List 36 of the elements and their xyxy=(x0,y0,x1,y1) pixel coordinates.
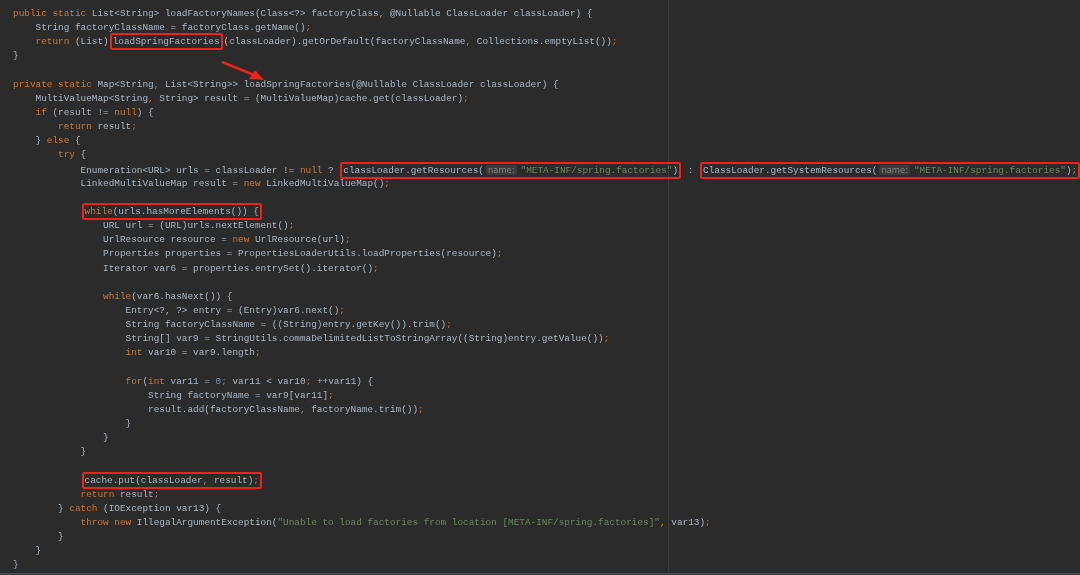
code-line: } xyxy=(13,49,20,64)
code-line: public static List<String> loadFactoryNames(Class<?> factoryClass, @Nullable ClassLoader classLoader) { xyxy=(13,7,594,21)
code-line: } catch (IOException var13) { xyxy=(57,501,223,516)
code-line: LinkedMultiValueMap result = new LinkedMultiValueMap(); xyxy=(79,176,391,191)
code-line: String factoryName = var9[var11]; xyxy=(147,388,335,403)
code-line: while(var6.hasNext()) { xyxy=(102,289,234,304)
code-line: try { xyxy=(57,148,88,163)
code-line: Properties properties = PropertiesLoaderUtils.loadProperties(resource); xyxy=(102,247,504,262)
code-line: throw new IllegalArgumentException("Unable to load factories from location [META-INF/spring.factories]", var13); xyxy=(79,516,712,531)
code-line: return result; xyxy=(57,120,138,135)
code-line: Iterator var6 = properties.entrySet().iterator(); xyxy=(102,261,380,276)
code-line: private static Map<String, List<String>> loadSpringFactories(@Nullable ClassLoader classLoader) { xyxy=(13,77,560,92)
code-line: return (List) loadSpringFactories (classLoader).getOrDefault(factoryClassName, Collections.emptyList()); xyxy=(34,35,619,50)
code-line: return result; xyxy=(79,487,161,502)
code-line: String factoryClassName = ((String)entry.getKey()).trim(); xyxy=(124,318,453,333)
code-line: while(urls.hasMoreElements()) { xyxy=(83,204,260,219)
code-line: int var10 = var9.length; xyxy=(124,346,262,361)
pointer-arrow xyxy=(220,60,266,82)
code-line: MultiValueMap<String, String> result = (MultiValueMap)cache.get(classLoader); xyxy=(34,91,470,106)
code-line: UrlResource resource = new UrlResource(url); xyxy=(102,233,352,248)
code-line: } xyxy=(13,558,20,573)
code-line: result.add(factoryClassName, factoryName.trim()); xyxy=(147,402,425,417)
code-line: String[] var9 = StringUtils.commaDelimitedListToStringArray((String)entry.getValue()); xyxy=(124,332,611,347)
code-line: cache.put(classLoader, result); xyxy=(83,473,260,488)
code-line: String factoryClassName = factoryClass.getName(); xyxy=(34,21,313,36)
code-line: } else { xyxy=(34,134,82,149)
code-line: } xyxy=(57,530,65,545)
code-line: } xyxy=(79,445,88,460)
code-line: for(int var11 = 0; var11 < var10; ++var11) { xyxy=(124,374,375,389)
code-line: } xyxy=(102,431,110,446)
code-line: URL url = (URL)urls.nextElement(); xyxy=(102,219,296,234)
code-line: Entry<?, ?> entry = (Entry)var6.next(); xyxy=(124,303,346,318)
code-line: } xyxy=(124,417,133,432)
code-line: Enumeration<URL> urls = classLoader != null ? classLoader.getResources( name: "META-INF/spring.factories") : ClassLoader.getSystemResources( name: "META-INF/spring.factories"); xyxy=(79,163,1079,177)
code-line: } xyxy=(34,544,43,559)
code-line: if (result != null) { xyxy=(34,106,155,120)
